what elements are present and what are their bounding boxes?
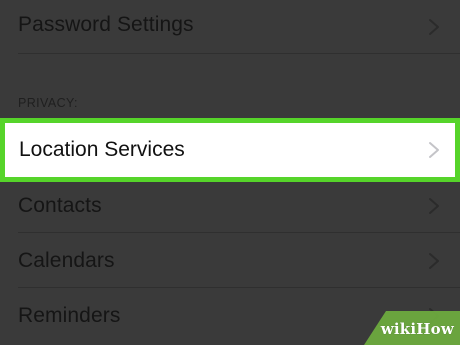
contacts-row[interactable]: Contacts	[0, 178, 460, 233]
privacy-section-header: PRIVACY:	[18, 96, 78, 110]
watermark-text-wiki: wiki	[380, 320, 417, 338]
chevron-right-icon	[429, 252, 439, 269]
chevron-right-icon	[429, 19, 439, 35]
reminders-label: Reminders	[18, 303, 121, 327]
calendars-row[interactable]: Calendars	[0, 233, 460, 288]
chevron-right-icon	[429, 142, 439, 158]
location-services-label: Location Services	[19, 138, 185, 161]
divider	[18, 53, 460, 54]
watermark-text-how: How	[416, 320, 454, 338]
location-services-row[interactable]: Location Services	[0, 118, 460, 182]
password-settings-label: Password Settings	[18, 13, 194, 36]
chevron-right-icon	[429, 197, 439, 214]
calendars-label: Calendars	[18, 248, 115, 272]
wikihow-watermark: wikiHow	[364, 311, 460, 345]
watermark-text: wikiHow	[381, 320, 454, 338]
password-settings-row[interactable]: Password Settings	[0, 0, 460, 53]
contacts-label: Contacts	[18, 193, 102, 217]
settings-screen: Password Settings PRIVACY: Location Serv…	[0, 0, 460, 345]
